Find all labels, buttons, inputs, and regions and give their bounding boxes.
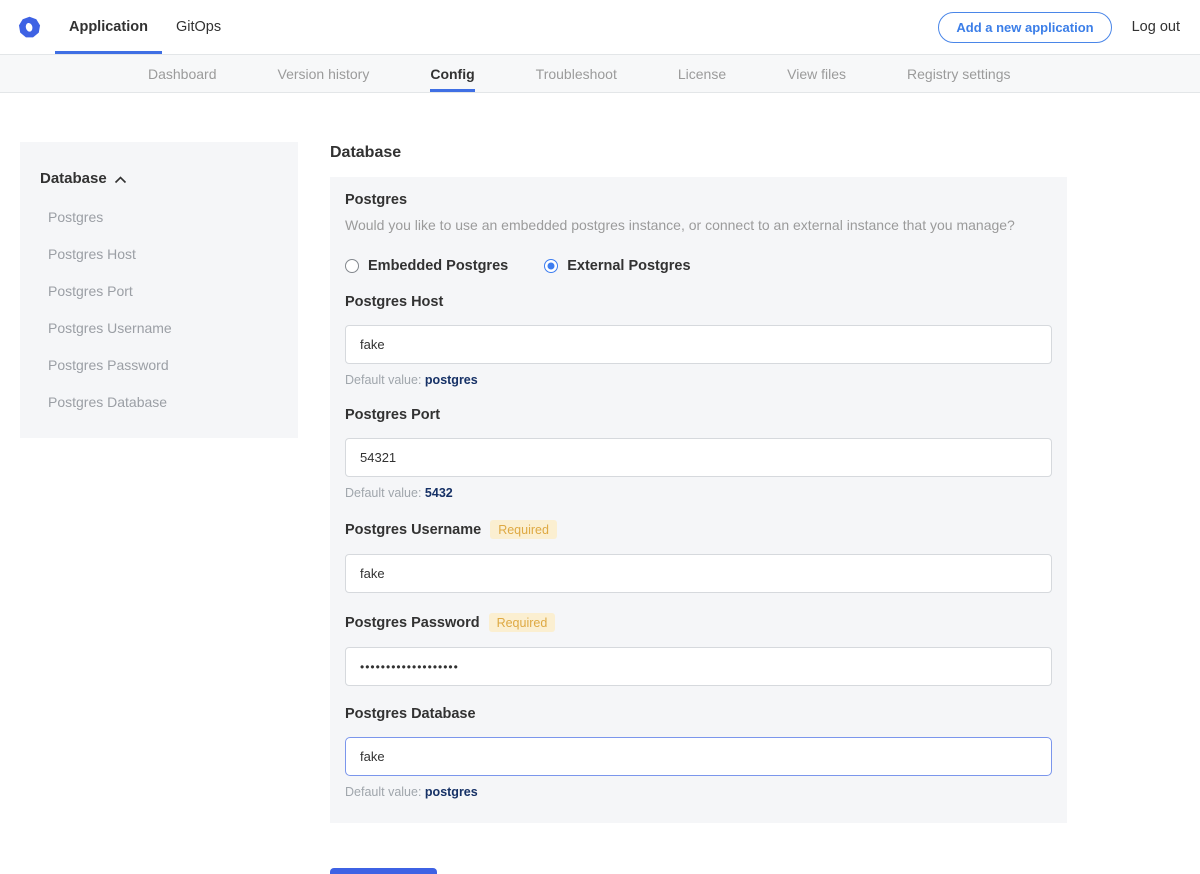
app-logo-icon <box>18 16 41 39</box>
postgres-port-default: Default value: 5432 <box>345 486 1052 500</box>
save-config-button[interactable]: Save config <box>330 868 437 874</box>
radio-embedded-postgres[interactable]: Embedded Postgres <box>345 258 508 274</box>
postgres-username-input[interactable] <box>345 554 1052 593</box>
field-postgres-port: Postgres Port Default value: 5432 <box>345 407 1052 500</box>
default-prefix: Default value: <box>345 373 425 387</box>
topbar-right: Add a new application Log out <box>938 0 1200 54</box>
radio-checked-icon[interactable] <box>544 259 558 273</box>
required-badge: Required <box>489 613 556 632</box>
postgres-host-default: Default value: postgres <box>345 373 1052 387</box>
app-subnav: Dashboard Version history Config Trouble… <box>0 54 1200 93</box>
config-content: Database Postgres Would you like to use … <box>330 144 1067 874</box>
radio-external-postgres[interactable]: External Postgres <box>544 258 690 274</box>
postgres-port-label: Postgres Port <box>345 407 1052 423</box>
postgres-port-input[interactable] <box>345 438 1052 477</box>
add-new-application-button[interactable]: Add a new application <box>938 12 1111 43</box>
required-badge: Required <box>490 520 557 539</box>
default-prefix: Default value: <box>345 486 425 500</box>
subnav-registry-settings[interactable]: Registry settings <box>907 55 1010 92</box>
postgres-radio-group: Embedded Postgres External Postgres <box>345 258 1052 274</box>
sidebar-item-postgres-host[interactable]: Postgres Host <box>48 246 278 262</box>
default-value: 5432 <box>425 486 453 500</box>
radio-unchecked-icon[interactable] <box>345 259 359 273</box>
config-sidebar: Database Postgres Postgres Host Postgres… <box>20 142 298 438</box>
default-prefix: Default value: <box>345 785 425 799</box>
tab-gitops[interactable]: GitOps <box>162 0 235 54</box>
radio-embedded-label: Embedded Postgres <box>368 258 508 274</box>
group-heading: Database <box>330 144 1067 162</box>
field-postgres-host: Postgres Host Default value: postgres <box>345 294 1052 387</box>
subnav-config[interactable]: Config <box>430 55 474 92</box>
subnav-troubleshoot[interactable]: Troubleshoot <box>536 55 617 92</box>
postgres-password-label: Postgres Password Required <box>345 613 1052 632</box>
postgres-host-label: Postgres Host <box>345 294 1052 310</box>
sidebar-item-postgres-database[interactable]: Postgres Database <box>48 394 278 410</box>
sidebar-item-postgres-password[interactable]: Postgres Password <box>48 357 278 373</box>
tab-gitops-label: GitOps <box>176 19 221 35</box>
field-postgres-username: Postgres Username Required <box>345 520 1052 593</box>
postgres-password-input[interactable] <box>345 647 1052 686</box>
sidebar-group-title-label: Database <box>40 170 107 187</box>
sidebar-item-list: Postgres Postgres Host Postgres Port Pos… <box>40 209 278 410</box>
field-postgres-database: Postgres Database Default value: postgre… <box>345 706 1052 799</box>
logout-link[interactable]: Log out <box>1132 19 1180 35</box>
sidebar-group-database[interactable]: Database <box>40 169 278 188</box>
subnav-license[interactable]: License <box>678 55 726 92</box>
postgres-database-label: Postgres Database <box>345 706 1052 722</box>
postgres-item-label: Postgres <box>345 192 1052 208</box>
postgres-host-input[interactable] <box>345 325 1052 364</box>
postgres-help-text: Would you like to use an embedded postgr… <box>345 217 1052 233</box>
subnav-view-files[interactable]: View files <box>787 55 846 92</box>
app-logo[interactable] <box>0 0 55 54</box>
config-group-panel: Postgres Would you like to use an embedd… <box>330 177 1067 823</box>
postgres-username-label-text: Postgres Username <box>345 522 481 538</box>
top-navbar: Application GitOps Add a new application… <box>0 0 1200 54</box>
postgres-password-label-text: Postgres Password <box>345 615 480 631</box>
top-tabs: Application GitOps <box>55 0 235 54</box>
sidebar-item-postgres[interactable]: Postgres <box>48 209 278 225</box>
sidebar-item-postgres-port[interactable]: Postgres Port <box>48 283 278 299</box>
default-value: postgres <box>425 373 478 387</box>
subnav-dashboard[interactable]: Dashboard <box>148 55 217 92</box>
chevron-up-icon <box>114 171 127 188</box>
sidebar-item-postgres-username[interactable]: Postgres Username <box>48 320 278 336</box>
tab-application[interactable]: Application <box>55 0 162 54</box>
postgres-username-label: Postgres Username Required <box>345 520 1052 539</box>
radio-external-label: External Postgres <box>567 258 690 274</box>
tab-application-label: Application <box>69 19 148 35</box>
postgres-database-default: Default value: postgres <box>345 785 1052 799</box>
config-page: Database Postgres Postgres Host Postgres… <box>0 93 1200 872</box>
default-value: postgres <box>425 785 478 799</box>
postgres-database-input[interactable] <box>345 737 1052 776</box>
subnav-version-history[interactable]: Version history <box>278 55 370 92</box>
field-postgres-password: Postgres Password Required <box>345 613 1052 686</box>
